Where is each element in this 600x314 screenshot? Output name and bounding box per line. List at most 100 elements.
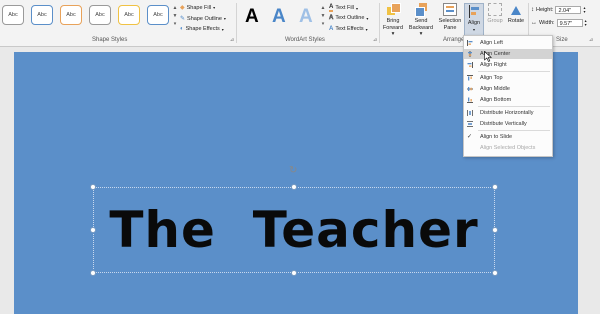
height-row: ↕ Height: 2.04" ▴ ▾ bbox=[531, 6, 585, 14]
size-launcher-icon[interactable]: ⊿ bbox=[588, 37, 594, 43]
menu-item-align-right[interactable]: Align Right bbox=[464, 60, 552, 70]
width-spinner-icon[interactable]: ▴ ▾ bbox=[585, 19, 587, 27]
resize-handle-top[interactable] bbox=[291, 184, 297, 190]
shape-style-thumb-5[interactable]: Abc bbox=[118, 5, 140, 25]
shape-style-thumb-6[interactable]: Abc bbox=[147, 5, 169, 25]
align-right-icon bbox=[467, 62, 473, 68]
shape-styles-label: Shape Styles bbox=[92, 37, 128, 43]
shape-style-thumb-3[interactable]: Abc bbox=[60, 5, 82, 25]
text-outline-icon: A bbox=[329, 15, 334, 22]
rotate-handle-icon[interactable]: ↻ bbox=[289, 165, 297, 176]
resize-handle-bottom[interactable] bbox=[291, 270, 297, 276]
align-icon bbox=[468, 5, 480, 18]
wordart-styles-label: WordArt Styles bbox=[285, 37, 325, 43]
width-input[interactable]: 9.57" bbox=[556, 19, 583, 27]
wordart-style-3[interactable]: A bbox=[299, 7, 313, 27]
align-left-icon bbox=[467, 40, 473, 46]
height-spinner-icon[interactable]: ▴ ▾ bbox=[583, 6, 585, 14]
menu-item-align-left[interactable]: Align Left bbox=[464, 38, 552, 48]
selection-pane-label-1: Selection bbox=[438, 18, 462, 24]
distribute-vertically-icon bbox=[467, 121, 473, 127]
width-icon: ↔ bbox=[531, 20, 537, 26]
menu-item-align-middle[interactable]: Align Middle bbox=[464, 84, 552, 94]
ribbon-divider bbox=[236, 3, 237, 43]
menu-item-label: Align Middle bbox=[480, 86, 510, 92]
text-effects-label: Text Effects bbox=[335, 26, 364, 32]
align-center-icon bbox=[467, 51, 473, 57]
shape-styles-launcher-icon[interactable]: ⊿ bbox=[229, 37, 235, 43]
group-label: Group bbox=[487, 18, 503, 24]
selection-pane-label-2: Pane bbox=[443, 24, 457, 31]
checkmark-icon: ✓ bbox=[467, 134, 473, 140]
align-middle-icon bbox=[467, 86, 473, 92]
text-fill-button[interactable]: A Text Fill ▾ bbox=[329, 4, 358, 12]
menu-item-align-bottom[interactable]: Align Bottom bbox=[464, 95, 552, 105]
menu-separator bbox=[478, 130, 550, 131]
wordart-style-1[interactable]: A bbox=[245, 7, 259, 27]
shape-style-thumb-1[interactable]: Abc bbox=[2, 5, 24, 25]
send-backward-button[interactable]: Send Backward ▾ bbox=[407, 3, 435, 38]
bring-forward-icon bbox=[386, 3, 401, 16]
menu-item-label: Distribute Horizontally bbox=[480, 110, 534, 116]
menu-item-label: Align Top bbox=[480, 75, 503, 81]
shape-effects-button[interactable]: ◐ Shape Effects ▾ bbox=[180, 26, 224, 32]
menu-item-label: Align to Slide bbox=[480, 134, 513, 140]
text-outline-button[interactable]: A Text Outline ▾ bbox=[329, 15, 369, 22]
menu-item-align-center[interactable]: Align Center bbox=[464, 49, 552, 59]
resize-handle-bottom-right[interactable] bbox=[492, 270, 498, 276]
wordart-scroll-icon[interactable]: ▲ ▼ ▾ bbox=[320, 4, 326, 28]
align-dropdown-menu: Align Left Align Center Align Right Alig… bbox=[463, 35, 553, 157]
pen-outline-icon: ✎ bbox=[180, 16, 186, 22]
align-button[interactable]: Align ▾ bbox=[464, 3, 484, 37]
selection-pane-button[interactable]: Selection Pane bbox=[437, 3, 463, 31]
group-button[interactable]: Group bbox=[485, 3, 505, 25]
resize-handle-top-right[interactable] bbox=[492, 184, 498, 190]
selection-pane-icon bbox=[443, 3, 457, 16]
menu-item-align-top[interactable]: Align Top bbox=[464, 73, 552, 83]
styles-scroll-icon[interactable]: ▲ ▼ ▾ bbox=[172, 4, 178, 28]
shape-fill-label: Shape Fill bbox=[186, 4, 212, 11]
height-input[interactable]: 2.04" bbox=[555, 6, 582, 14]
rotate-icon bbox=[509, 3, 523, 16]
height-label: Height: bbox=[536, 7, 554, 13]
menu-item-label: Align Bottom bbox=[480, 97, 512, 103]
text-effects-icon: A bbox=[329, 26, 334, 32]
text-outline-label: Text Outline bbox=[335, 15, 365, 21]
menu-item-label: Distribute Vertically bbox=[480, 121, 527, 127]
rotate-label: Rotate bbox=[507, 18, 525, 24]
shape-effects-label: Shape Effects bbox=[185, 26, 220, 32]
shape-style-thumb-2[interactable]: Abc bbox=[31, 5, 53, 25]
width-label: Width: bbox=[539, 20, 555, 26]
resize-handle-top-left[interactable] bbox=[90, 184, 96, 190]
shape-outline-label: Shape Outline bbox=[187, 15, 222, 22]
size-label: Size bbox=[556, 37, 568, 43]
menu-item-distribute-horizontally[interactable]: Distribute Horizontally bbox=[464, 108, 552, 118]
wordart-launcher-icon[interactable]: ⊿ bbox=[372, 37, 378, 43]
slide-title-text[interactable]: The Teacher bbox=[93, 194, 495, 266]
distribute-horizontally-icon bbox=[467, 110, 473, 116]
text-fill-label: Text Fill bbox=[335, 5, 354, 11]
resize-handle-bottom-left[interactable] bbox=[90, 270, 96, 276]
text-effects-button[interactable]: A Text Effects ▾ bbox=[329, 26, 368, 32]
height-icon: ↕ bbox=[531, 7, 534, 13]
paint-bucket-icon: ◆ bbox=[180, 5, 185, 11]
bring-forward-button[interactable]: Bring Forward ▾ bbox=[381, 3, 405, 38]
group-icon bbox=[488, 3, 502, 16]
ribbon-divider bbox=[379, 3, 380, 43]
arrange-label: Arrange bbox=[443, 37, 465, 43]
effects-icon: ◐ bbox=[180, 26, 184, 32]
width-row: ↔ Width: 9.57" ▴ ▾ bbox=[531, 19, 587, 27]
shape-style-thumb-4[interactable]: Abc bbox=[89, 5, 111, 25]
menu-item-label: Align Selected Objects bbox=[480, 145, 536, 151]
send-backward-label-2: Backward ▾ bbox=[408, 24, 434, 38]
send-backward-icon bbox=[414, 3, 428, 17]
menu-item-distribute-vertically[interactable]: Distribute Vertically bbox=[464, 119, 552, 129]
menu-item-align-to-slide[interactable]: ✓ Align to Slide bbox=[464, 132, 552, 142]
menu-item-label: Align Left bbox=[480, 40, 503, 46]
menu-item-align-selected-objects: Align Selected Objects bbox=[464, 143, 552, 153]
rotate-button[interactable]: Rotate bbox=[506, 3, 526, 25]
wordart-style-2[interactable]: A bbox=[272, 7, 286, 27]
shape-fill-button[interactable]: ◆ Shape Fill ▾ bbox=[180, 4, 215, 12]
shape-outline-button[interactable]: ✎ Shape Outline ▾ bbox=[180, 15, 226, 23]
align-top-icon bbox=[467, 75, 473, 81]
